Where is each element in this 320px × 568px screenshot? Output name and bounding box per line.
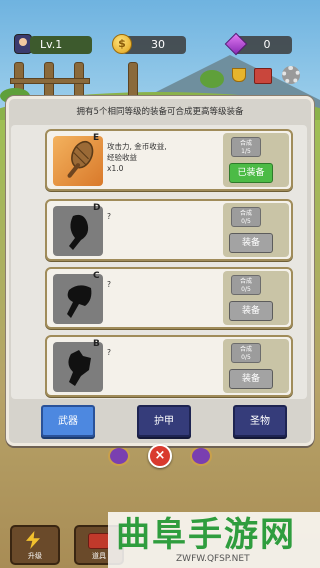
equip-button[interactable]: 已装备	[229, 163, 273, 183]
item-actions: 合成 0/5 装备	[223, 339, 289, 393]
item-description: ?	[107, 280, 111, 289]
tab-weapon[interactable]: 武器	[41, 405, 95, 437]
watermark: 曲阜手游网 ZWFW.QFSP.NET	[108, 512, 320, 568]
watermark-title: 曲阜手游网	[116, 515, 296, 555]
merge-label: 合成	[239, 210, 252, 217]
equipment-tabs: 武器 护甲 圣物	[41, 405, 287, 439]
locked-weapon-icon	[67, 285, 92, 318]
item-actions: 合成 0/5 装备	[223, 203, 289, 257]
equipment-item-b: B ? 合成 0/5 装备	[45, 335, 293, 397]
merge-label: 合成	[239, 278, 252, 285]
coin-icon: $	[112, 34, 132, 54]
item-image	[53, 342, 103, 392]
grade-label: D	[93, 203, 101, 213]
equipment-panel: 拥有5个相同等级的装备可合成更高等级装备 E 攻击力, 金币收益, 经验收益 x…	[6, 96, 314, 446]
panel-header: 拥有5个相同等级的装备可合成更高等级装备	[76, 107, 244, 117]
item-description: ?	[107, 348, 111, 357]
item-actions: 合成 0/5 装备	[223, 271, 289, 325]
item-actions: 合成 1/5 已装备	[223, 133, 289, 187]
merge-label: 合成	[239, 140, 252, 147]
lightning-icon	[26, 531, 40, 549]
merge-label: 合成	[239, 346, 252, 353]
merge-count: 0/5	[241, 354, 251, 361]
merge-count: 0/5	[241, 286, 251, 293]
equipment-list: E 攻击力, 金币收益, 经验收益 x1.0 合成 1/5 已装备 D ? 合成…	[11, 125, 307, 399]
shop-icon[interactable]	[254, 68, 272, 84]
watermark-url: ZWFW.QFSP.NET	[176, 554, 250, 564]
equip-button[interactable]: 装备	[229, 301, 273, 321]
merge-button[interactable]: 合成 0/5	[231, 343, 261, 363]
grade-label: C	[93, 271, 100, 281]
trophy-icon[interactable]	[232, 68, 246, 82]
skill-orb-left[interactable]	[108, 446, 130, 466]
item-image	[53, 206, 103, 256]
fence-rail	[10, 78, 90, 84]
item-image	[53, 136, 103, 186]
tab-armor[interactable]: 护甲	[137, 405, 191, 437]
equip-button[interactable]: 装备	[229, 369, 273, 389]
merge-count: 1/5	[241, 148, 251, 155]
equipment-item-e: E 攻击力, 金币收益, 经验收益 x1.0 合成 1/5 已装备	[45, 129, 293, 191]
close-button[interactable]: ×	[148, 444, 172, 468]
upgrade-button[interactable]: 升级	[10, 525, 60, 565]
equipment-item-c: C ? 合成 0/5 装备	[45, 267, 293, 329]
top-hud: Lv.1 30 0	[0, 36, 320, 56]
merge-button[interactable]: 合成 0/5	[231, 207, 261, 227]
chest-icon	[88, 533, 110, 549]
grade-label: E	[93, 133, 100, 143]
grade-label: B	[93, 339, 100, 349]
merge-count: 0/5	[241, 218, 251, 225]
wooden-club-icon	[67, 140, 94, 178]
equipment-item-d: D ? 合成 0/5 装备	[45, 199, 293, 261]
locked-weapon-icon	[69, 214, 89, 250]
level-display: Lv.1	[30, 36, 92, 54]
upgrade-label: 升级	[28, 552, 42, 560]
item-image	[53, 274, 103, 324]
merge-button[interactable]: 合成 0/5	[231, 275, 261, 295]
locked-weapon-icon	[68, 350, 91, 386]
skill-orb-right[interactable]	[190, 446, 212, 466]
bush	[200, 70, 224, 88]
tab-relic[interactable]: 圣物	[233, 405, 287, 437]
item-description: ?	[107, 212, 111, 221]
equip-button[interactable]: 装备	[229, 233, 273, 253]
merge-button[interactable]: 合成 1/5	[231, 137, 261, 157]
item-description: 攻击力, 金币收益, 经验收益 x1.0	[107, 142, 167, 173]
gear-icon[interactable]	[282, 66, 300, 84]
